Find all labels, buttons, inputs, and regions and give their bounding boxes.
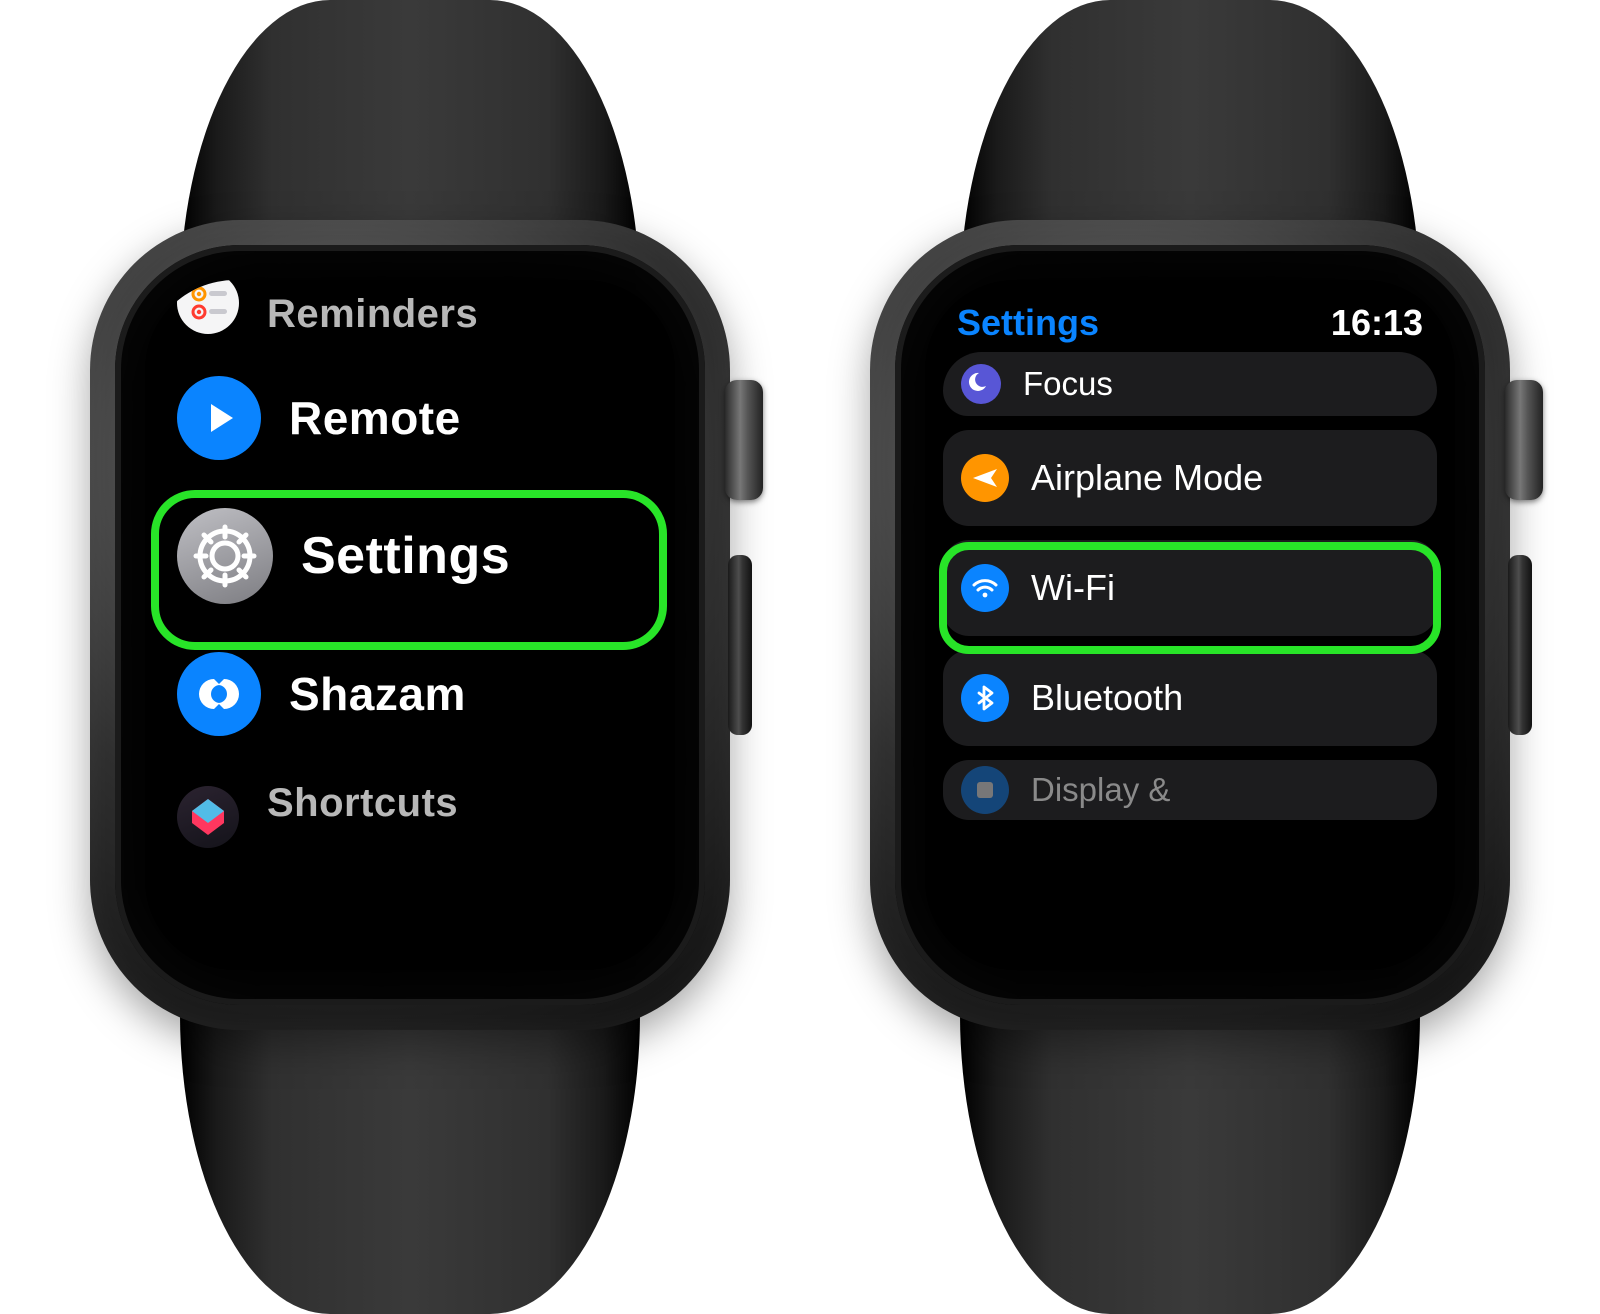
- display-icon: [961, 766, 1009, 814]
- gear-icon: [177, 508, 273, 604]
- settings-row-focus[interactable]: Focus: [943, 352, 1437, 416]
- status-bar: Settings 16:13: [925, 280, 1455, 354]
- app-row-remote[interactable]: Remote: [145, 354, 675, 482]
- app-list[interactable]: Reminders Remote: [145, 280, 675, 970]
- app-label: Settings: [301, 526, 510, 586]
- stage: Reminders Remote: [0, 0, 1600, 1314]
- app-label: Remote: [289, 391, 461, 445]
- side-button[interactable]: [728, 555, 752, 735]
- watch-screen-right[interactable]: Settings 16:13 Focus Airplane Mode: [925, 280, 1455, 970]
- digital-crown[interactable]: [725, 380, 763, 500]
- back-title[interactable]: Settings: [957, 302, 1099, 344]
- settings-label: Wi-Fi: [1031, 567, 1115, 609]
- app-row-reminders[interactable]: Reminders: [145, 280, 675, 354]
- clock-time: 16:13: [1331, 302, 1423, 344]
- settings-row-wifi[interactable]: Wi-Fi: [943, 540, 1437, 636]
- play-icon: [177, 376, 261, 460]
- watch-right: Settings 16:13 Focus Airplane Mode: [840, 0, 1540, 1314]
- app-row-shortcuts[interactable]: Shortcuts: [145, 758, 675, 848]
- app-label: Reminders: [267, 292, 478, 337]
- shazam-icon: [177, 652, 261, 736]
- settings-label: Bluetooth: [1031, 677, 1183, 719]
- settings-label: Airplane Mode: [1031, 457, 1263, 499]
- app-row-settings[interactable]: Settings: [145, 482, 675, 630]
- wifi-icon: [961, 564, 1009, 612]
- reminders-icon: [177, 280, 239, 334]
- bluetooth-icon: [961, 674, 1009, 722]
- watch-left: Reminders Remote: [60, 0, 760, 1314]
- app-row-shazam[interactable]: Shazam: [145, 630, 675, 758]
- settings-row-display[interactable]: Display &: [943, 760, 1437, 820]
- digital-crown[interactable]: [1505, 380, 1543, 500]
- shortcuts-icon: [177, 786, 239, 848]
- airplane-icon: [961, 454, 1009, 502]
- app-label: Shazam: [289, 667, 466, 721]
- moon-icon: [961, 364, 1001, 404]
- settings-label: Focus: [1023, 365, 1113, 403]
- watch-screen-left[interactable]: Reminders Remote: [145, 280, 675, 970]
- settings-row-bluetooth[interactable]: Bluetooth: [943, 650, 1437, 746]
- app-label: Shortcuts: [267, 781, 458, 826]
- settings-label: Display &: [1031, 771, 1170, 809]
- settings-list[interactable]: Focus Airplane Mode: [943, 358, 1437, 970]
- side-button[interactable]: [1508, 555, 1532, 735]
- settings-row-airplane[interactable]: Airplane Mode: [943, 430, 1437, 526]
